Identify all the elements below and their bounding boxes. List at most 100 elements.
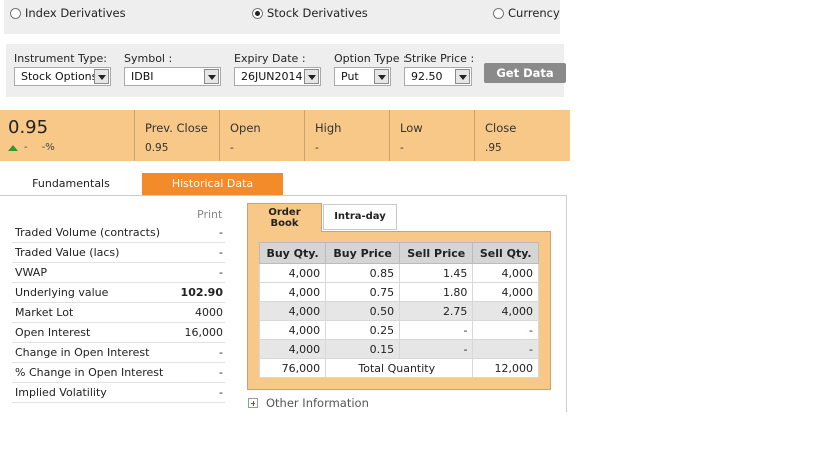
fund-key: Market Lot bbox=[15, 306, 74, 319]
radio-stock-derivatives[interactable] bbox=[252, 8, 263, 19]
filter-bar: Instrument Type: Stock Options Symbol : … bbox=[6, 44, 566, 97]
radio-currency[interactable] bbox=[493, 8, 504, 19]
prev-close-value: 0.95 bbox=[145, 142, 169, 154]
option-type-select[interactable]: Put bbox=[334, 67, 391, 86]
buy-qty: 4,000 bbox=[258, 320, 327, 340]
fund-key: Change in Open Interest bbox=[15, 346, 150, 359]
expiry-date-label: Expiry Date : bbox=[234, 52, 306, 65]
fund-row-underlying-value: Underlying value 102.90 bbox=[12, 283, 225, 303]
fund-key: Traded Value (lacs) bbox=[15, 246, 120, 259]
buy-qty: 4,000 bbox=[258, 282, 327, 302]
up-arrow-icon bbox=[8, 144, 18, 151]
chevron-down-icon[interactable] bbox=[204, 69, 219, 84]
open-value: - bbox=[230, 142, 234, 154]
fund-row-market-lot: Market Lot 4000 bbox=[12, 303, 225, 323]
prev-close-col: Prev. Close 0.95 bbox=[134, 110, 219, 161]
buy-qty: 4,000 bbox=[258, 263, 327, 283]
fund-row-implied-volatility: Implied Volatility - bbox=[12, 383, 225, 403]
sell-price: 2.75 bbox=[399, 301, 474, 321]
total-row: 76,000 Total Quantity 12,000 bbox=[258, 358, 539, 378]
option-type-value: Put bbox=[341, 70, 359, 83]
table-row: 4,000 0.15 - - bbox=[258, 339, 539, 359]
fund-value: 4000 bbox=[195, 306, 223, 319]
pct-change-value: -% bbox=[41, 142, 55, 153]
strike-price-value: 92.50 bbox=[411, 70, 443, 83]
sell-qty: - bbox=[472, 320, 539, 340]
chevron-down-icon[interactable] bbox=[455, 69, 470, 84]
sell-qty: 4,000 bbox=[472, 282, 539, 302]
symbol-select[interactable]: IDBI bbox=[124, 67, 221, 86]
segment-stock-derivatives[interactable]: Stock Derivatives bbox=[252, 7, 368, 19]
total-buy-qty: 76,000 bbox=[258, 358, 327, 378]
sell-price: - bbox=[399, 339, 474, 359]
fund-value: - bbox=[219, 346, 223, 359]
high-label: High bbox=[315, 121, 342, 135]
fund-row-open-interest: Open Interest 16,000 bbox=[12, 323, 225, 343]
low-col: Low - bbox=[389, 110, 474, 161]
fund-value: - bbox=[219, 386, 223, 399]
low-value: - bbox=[400, 142, 404, 154]
instrument-type-select[interactable]: Stock Options bbox=[14, 67, 111, 86]
table-row: 4,000 0.50 2.75 4,000 bbox=[258, 301, 539, 321]
chevron-down-icon[interactable] bbox=[304, 69, 319, 84]
order-book-table: Buy Qty. Buy Price Sell Price Sell Qty. … bbox=[258, 242, 539, 378]
fund-row-vwap: VWAP - bbox=[12, 263, 225, 283]
sell-qty: 4,000 bbox=[472, 301, 539, 321]
fund-key: Implied Volatility bbox=[15, 386, 107, 399]
print-link[interactable]: Print bbox=[197, 208, 222, 221]
fund-key: Open Interest bbox=[15, 326, 91, 339]
sell-price: - bbox=[399, 320, 474, 340]
open-label: Open bbox=[230, 121, 261, 135]
fund-row-traded-volume: Traded Volume (contracts) - bbox=[12, 223, 225, 243]
expiry-date-value: 26JUN2014 bbox=[241, 70, 303, 83]
table-row: 4,000 0.75 1.80 4,000 bbox=[258, 282, 539, 302]
col-sell-price: Sell Price bbox=[399, 242, 474, 264]
tab-fundamentals[interactable]: Fundamentals bbox=[0, 173, 142, 195]
table-row: 4,000 0.85 1.45 4,000 bbox=[258, 263, 539, 283]
high-col: High - bbox=[304, 110, 389, 161]
buy-qty: 4,000 bbox=[258, 339, 327, 359]
expiry-date-select[interactable]: 26JUN2014 bbox=[234, 67, 321, 86]
sell-price: 1.80 bbox=[399, 282, 474, 302]
segment-currency-label: Currency bbox=[508, 6, 560, 20]
segment-currency[interactable]: Currency bbox=[493, 7, 560, 19]
total-sell-qty: 12,000 bbox=[472, 358, 539, 378]
chevron-down-icon[interactable] bbox=[94, 69, 109, 84]
get-data-button[interactable]: Get Data bbox=[484, 63, 566, 83]
expand-plus-icon[interactable] bbox=[248, 398, 258, 408]
buy-price: 0.75 bbox=[325, 282, 401, 302]
fund-key: % Change in Open Interest bbox=[15, 366, 164, 379]
buy-price: 0.25 bbox=[325, 320, 401, 340]
fund-value: - bbox=[219, 246, 223, 259]
fund-value: 102.90 bbox=[180, 286, 223, 299]
change-value: - bbox=[24, 142, 28, 153]
chevron-down-icon[interactable] bbox=[374, 69, 389, 84]
content-divider bbox=[566, 196, 567, 412]
quote-bar: 0.95 - -% Prev. Close 0.95 Open - High -… bbox=[0, 110, 570, 161]
buy-price: 0.85 bbox=[325, 263, 401, 283]
order-book-panel: Buy Qty. Buy Price Sell Price Sell Qty. … bbox=[247, 231, 551, 390]
buy-qty: 4,000 bbox=[258, 301, 327, 321]
low-label: Low bbox=[400, 121, 423, 135]
segment-index-derivatives[interactable]: Index Derivatives bbox=[10, 7, 130, 19]
segment-selector: Index Derivatives Stock Derivatives Curr… bbox=[4, 0, 560, 34]
tab-intraday[interactable]: Intra-day bbox=[323, 204, 397, 230]
tab-order-book[interactable]: Order Book bbox=[247, 203, 322, 232]
buy-price: 0.15 bbox=[325, 339, 401, 359]
other-information-label: Other Information bbox=[266, 396, 369, 410]
strike-price-select[interactable]: 92.50 bbox=[404, 67, 472, 86]
other-information-toggle[interactable]: Other Information bbox=[248, 396, 369, 410]
col-sell-qty: Sell Qty. bbox=[472, 242, 539, 264]
fund-value: 16,000 bbox=[184, 326, 224, 339]
radio-index-derivatives[interactable] bbox=[10, 8, 21, 19]
tab-historical-data[interactable]: Historical Data bbox=[142, 173, 283, 195]
price-change: - -% bbox=[8, 142, 55, 153]
strike-price-label: Strike Price : bbox=[405, 52, 475, 65]
sell-price: 1.45 bbox=[399, 263, 474, 283]
table-row: 4,000 0.25 - - bbox=[258, 320, 539, 340]
sell-qty: - bbox=[472, 339, 539, 359]
prev-close-label: Prev. Close bbox=[145, 121, 208, 135]
fund-key: Underlying value bbox=[15, 286, 109, 299]
sell-qty: 4,000 bbox=[472, 263, 539, 283]
close-col: Close .95 bbox=[474, 110, 570, 161]
